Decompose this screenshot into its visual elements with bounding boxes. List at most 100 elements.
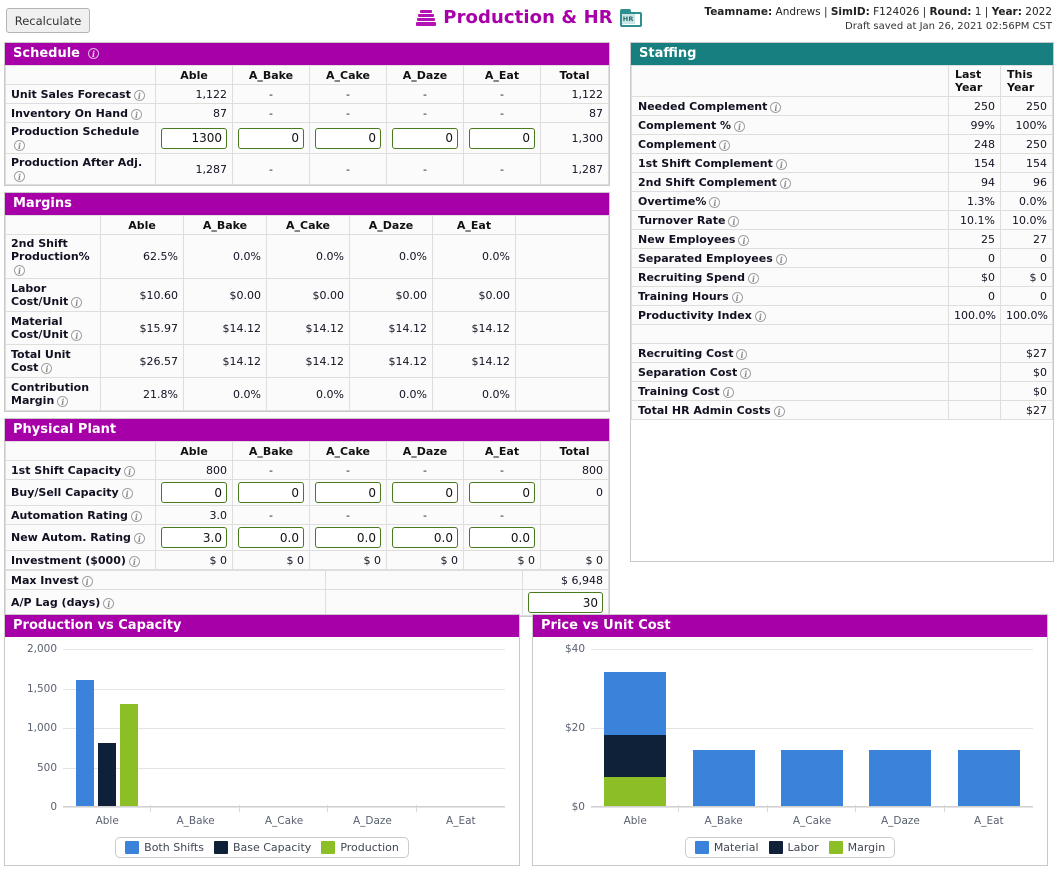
table-row: Inventory On Hand i 87- - - -87 <box>5 103 609 123</box>
info-icon[interactable]: i <box>124 465 136 477</box>
page-title: Production & HR <box>443 7 613 28</box>
row-label: Separation Cost <box>638 365 738 379</box>
schedule-input-r2-c2[interactable] <box>315 127 381 149</box>
legend-item-both-shifts[interactable]: Both Shifts <box>125 841 204 854</box>
total-cell: 1,122 <box>540 84 609 104</box>
physical-plant-input-r3-c1[interactable] <box>238 527 304 548</box>
info-icon[interactable]: i <box>719 139 731 151</box>
bar-segment-material[interactable] <box>781 750 844 806</box>
row-label-cell: Training Hours i <box>631 286 949 306</box>
bar-segment-material[interactable] <box>692 750 755 806</box>
input-cell <box>155 524 233 551</box>
chart-0-body: 2,000 1,500 1,000 500 0 Able A_Bake A_Cake A_Daz… <box>5 637 519 865</box>
bar-segment-margin[interactable] <box>604 776 667 806</box>
schedule-table: Able A_Bake A_Cake A_Daze A_Eat Total Unit Sa… <box>5 65 609 185</box>
data-cell: $14.12 <box>432 344 516 378</box>
info-icon[interactable]: i <box>133 533 145 544</box>
data-cell: - <box>309 153 387 185</box>
legend-item-base-capacity[interactable]: Base Capacity <box>213 841 311 854</box>
info-icon[interactable]: i <box>130 510 142 522</box>
round-label: Round: <box>929 6 972 18</box>
info-icon[interactable]: i <box>748 272 760 284</box>
physical-plant-input-r1-c3[interactable] <box>392 482 458 503</box>
schedule-input-r2-c4[interactable] <box>469 127 535 149</box>
info-icon[interactable]: i <box>41 363 53 374</box>
ap-lag-spacer <box>325 589 523 616</box>
data-cell: 0.0% <box>349 377 433 411</box>
info-icon[interactable]: i <box>770 101 782 113</box>
total-cell: $ 0 <box>540 550 609 570</box>
physical-plant-input-r3-c0[interactable] <box>161 527 227 548</box>
info-icon[interactable]: i <box>14 265 25 276</box>
info-icon[interactable]: i <box>731 291 743 303</box>
legend-item-production[interactable]: Production <box>321 841 399 854</box>
info-icon[interactable]: i <box>71 330 83 341</box>
info-icon[interactable]: i <box>734 120 746 132</box>
bar-production[interactable] <box>120 704 139 806</box>
gridline <box>63 807 505 808</box>
hr-folder-icon[interactable]: HR <box>619 8 642 27</box>
info-icon[interactable]: i <box>128 555 140 567</box>
info-icon[interactable]: i <box>728 215 740 227</box>
info-icon[interactable]: i <box>754 310 766 322</box>
physical-plant-input-r3-c2[interactable] <box>315 527 381 548</box>
recalculate-button[interactable]: Recalculate <box>6 8 90 33</box>
physical-plant-input-r1-c2[interactable] <box>315 482 381 503</box>
stacked-bar[interactable] <box>692 750 755 806</box>
info-icon[interactable]: i <box>775 158 787 170</box>
info-icon[interactable]: i <box>130 108 142 120</box>
schedule-input-r2-c3[interactable] <box>392 127 458 149</box>
legend-item-margin[interactable]: Margin <box>828 841 885 854</box>
schedule-input-r2-c1[interactable] <box>238 127 304 149</box>
info-icon[interactable]: i <box>709 196 721 208</box>
info-icon[interactable]: i <box>57 396 69 407</box>
bar-segment-material[interactable] <box>604 671 667 735</box>
legend-label: Production <box>340 841 399 854</box>
bar-segment-material[interactable] <box>957 750 1020 806</box>
info-icon[interactable]: i <box>775 253 787 265</box>
bar-base-capacity[interactable] <box>98 742 117 806</box>
info-icon[interactable]: i <box>779 177 791 189</box>
info-icon[interactable]: i <box>81 575 93 587</box>
info-icon[interactable]: i <box>736 348 748 360</box>
info-icon[interactable]: i <box>773 405 785 417</box>
last-year-value: 154 <box>948 153 1001 173</box>
legend-item-labor[interactable]: Labor <box>768 841 819 854</box>
physical-plant-input-r1-c1[interactable] <box>238 482 304 503</box>
input-cell <box>463 479 541 506</box>
physical-plant-input-r1-c4[interactable] <box>469 482 535 503</box>
row-label: Production After Adj. <box>11 156 143 169</box>
bar-both-shifts[interactable] <box>76 679 95 806</box>
schedule-input-r2-c0[interactable] <box>161 127 227 149</box>
info-icon[interactable]: i <box>71 297 83 308</box>
stacked-bar[interactable] <box>781 750 844 806</box>
row-label-cell: Contribution Margin i <box>5 377 101 411</box>
legend-item-material[interactable]: Material <box>694 841 759 854</box>
ap-lag-input[interactable] <box>528 592 603 613</box>
table-row: Material Cost/Unit i $15.97 $14.12 $14.12 $14… <box>5 311 609 345</box>
stacked-bar[interactable] <box>869 750 932 806</box>
info-icon[interactable]: i <box>14 171 25 182</box>
stacked-bar[interactable] <box>604 671 667 806</box>
info-icon[interactable]: i <box>722 386 734 398</box>
info-icon[interactable]: i <box>103 598 115 609</box>
physical-plant-input-r3-c4[interactable] <box>469 527 535 548</box>
data-cell: - <box>232 103 310 123</box>
info-icon[interactable]: i <box>121 488 133 499</box>
info-icon[interactable]: i <box>738 234 750 246</box>
info-icon[interactable]: i <box>14 140 25 151</box>
input-cell <box>386 479 464 506</box>
physical-plant-input-r1-c0[interactable] <box>161 482 227 503</box>
info-icon[interactable]: i <box>133 89 145 101</box>
input-cell <box>463 524 541 551</box>
bar-segment-material[interactable] <box>869 750 932 806</box>
stacked-bar[interactable] <box>957 750 1020 806</box>
info-icon[interactable]: i <box>87 48 99 59</box>
trailing-blank-cell <box>515 377 609 411</box>
info-icon[interactable]: i <box>740 367 752 379</box>
bar-segment-labor[interactable] <box>604 734 667 777</box>
this-year-value: 100% <box>1000 115 1053 135</box>
x-axis-tick-label: Able <box>95 815 119 827</box>
physical-plant-input-r3-c3[interactable] <box>392 527 458 548</box>
schedule-header: Schedule i <box>5 43 609 65</box>
